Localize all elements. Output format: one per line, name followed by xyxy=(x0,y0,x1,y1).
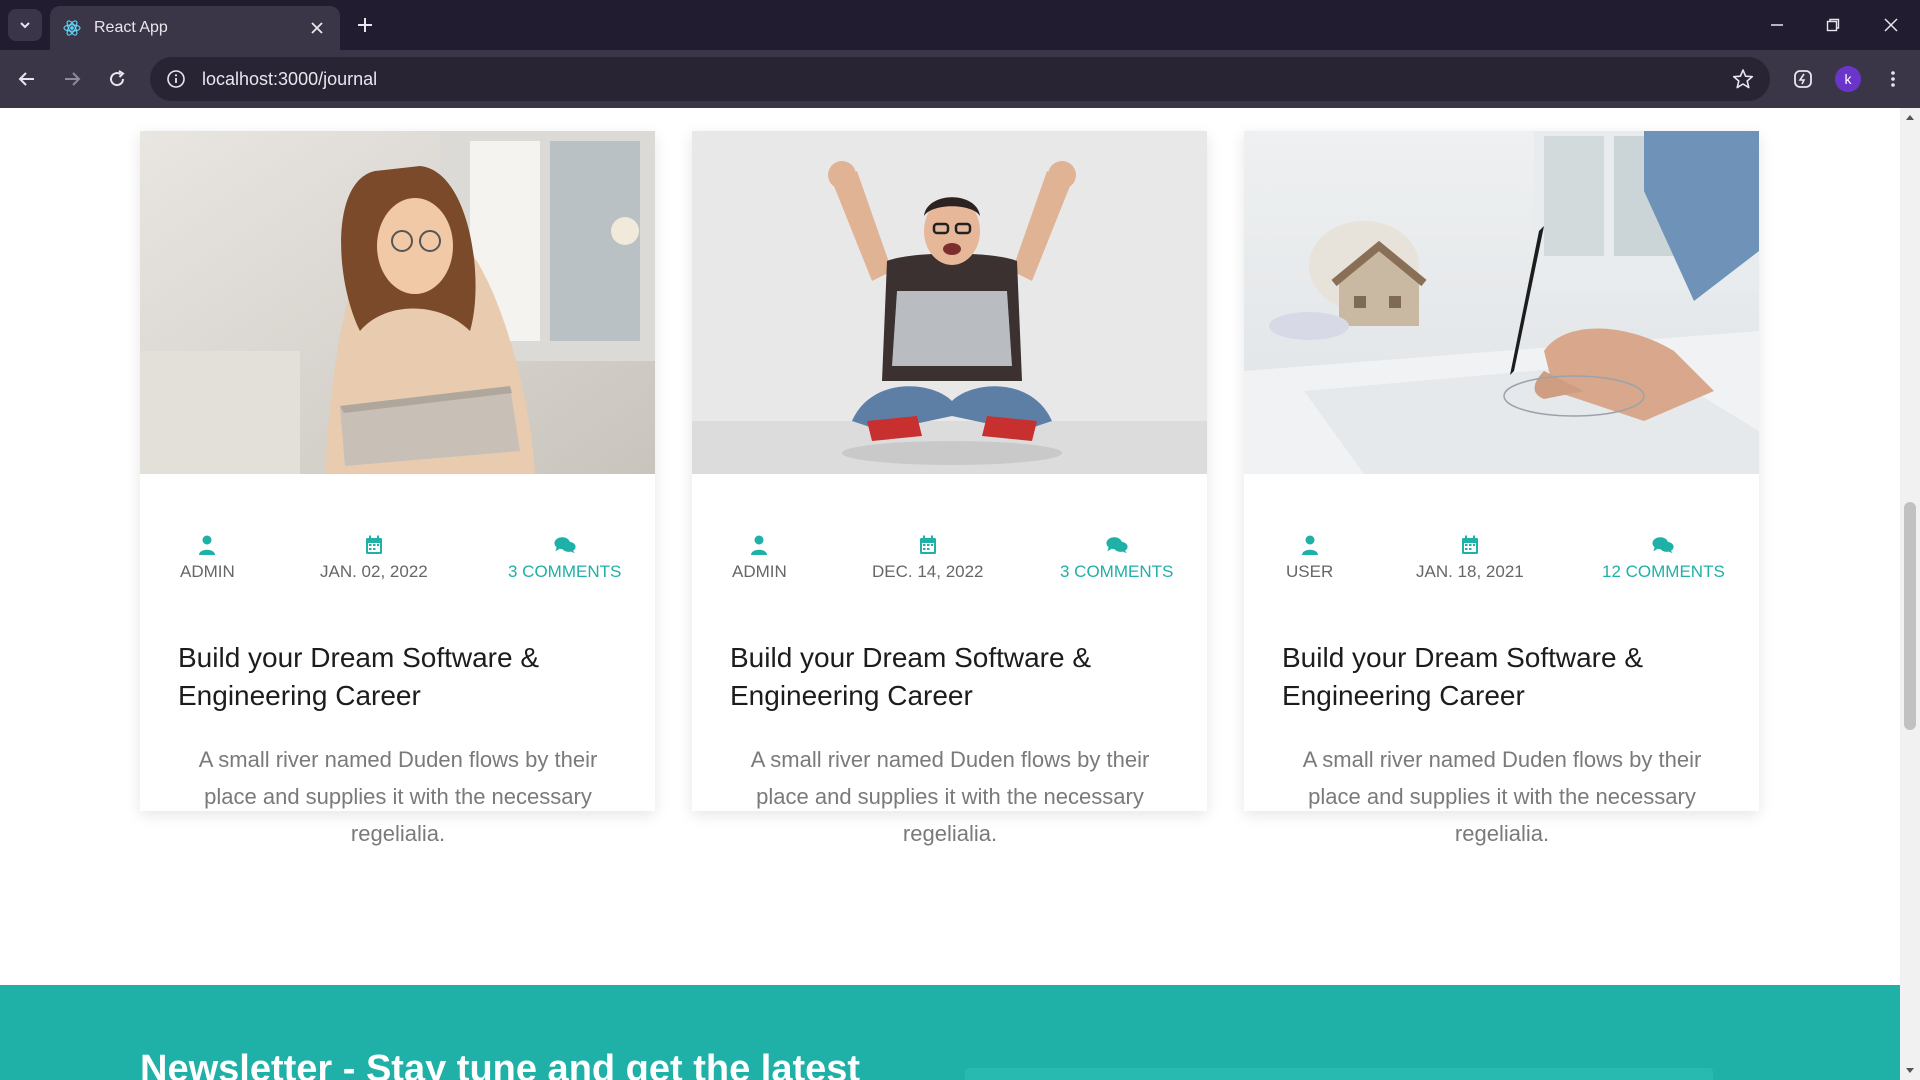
arrow-right-icon xyxy=(65,72,81,86)
post-title[interactable]: Build your Dream Software & Engineering … xyxy=(1282,639,1732,715)
post-description: A small river named Duden flows by their… xyxy=(750,747,1150,846)
post-date: JAN. 02, 2022 xyxy=(320,534,428,582)
tab-search-button[interactable] xyxy=(8,9,42,41)
blog-card-image[interactable] xyxy=(692,131,1207,474)
user-icon xyxy=(196,534,218,556)
post-meta: ADMIN DEC. 14, 2022 3 COMMENTS xyxy=(692,534,1207,594)
minimize-icon xyxy=(1771,24,1783,26)
more-vertical-icon xyxy=(1891,71,1895,87)
blog-card-grid: ADMIN JAN. 02, 2022 3 COMMENTS Build you… xyxy=(140,131,1760,846)
newsletter-section: Newsletter - Stay tune and get the lates… xyxy=(0,985,1900,1080)
scrollbar-thumb[interactable] xyxy=(1904,502,1916,730)
forward-button[interactable] xyxy=(57,64,87,94)
browser-tab-active[interactable]: React App xyxy=(50,6,340,50)
post-description: A small river named Duden flows by their… xyxy=(1302,747,1702,846)
tab-close-button[interactable] xyxy=(306,17,328,39)
new-tab-button[interactable] xyxy=(352,12,378,38)
blog-card[interactable]: USER JAN. 18, 2021 12 COMMENTS Build you… xyxy=(1244,131,1759,846)
arrow-left-icon xyxy=(18,72,34,86)
post-date: JAN. 18, 2021 xyxy=(1416,534,1524,582)
scroll-up-arrow-icon[interactable] xyxy=(1904,112,1916,122)
post-date-text: DEC. 14, 2022 xyxy=(872,562,984,581)
restore-button[interactable] xyxy=(1818,10,1848,40)
site-info-icon[interactable] xyxy=(164,67,188,91)
comments-icon xyxy=(1106,534,1128,556)
blog-card[interactable]: ADMIN DEC. 14, 2022 3 COMMENTS Build you… xyxy=(692,131,1207,846)
architect-drawing-plans-photo xyxy=(1244,131,1759,474)
profile-avatar[interactable]: k xyxy=(1835,66,1861,92)
post-meta: USER JAN. 18, 2021 12 COMMENTS xyxy=(1244,534,1759,594)
url-text[interactable]: localhost:3000/journal xyxy=(202,69,1728,90)
reload-button[interactable] xyxy=(102,64,132,94)
newsletter-form[interactable] xyxy=(965,1068,1713,1080)
calendar-icon xyxy=(363,534,385,556)
minimize-button[interactable] xyxy=(1762,10,1792,40)
post-comments[interactable]: 12 COMMENTS xyxy=(1602,534,1725,582)
post-date-text: JAN. 18, 2021 xyxy=(1416,562,1524,581)
newsletter-heading: Newsletter - Stay tune and get the lates… xyxy=(140,1048,861,1080)
post-date-text: JAN. 02, 2022 xyxy=(320,562,428,581)
comments-link[interactable]: 3 COMMENTS xyxy=(508,562,621,582)
excited-man-with-laptop-photo xyxy=(692,131,1207,474)
blog-card[interactable]: ADMIN JAN. 02, 2022 3 COMMENTS Build you… xyxy=(140,131,655,846)
comments-icon xyxy=(554,534,576,556)
post-meta: ADMIN JAN. 02, 2022 3 COMMENTS xyxy=(140,534,655,594)
scroll-down-arrow-icon[interactable] xyxy=(1904,1066,1916,1076)
author-name: ADMIN xyxy=(180,562,235,581)
post-author: ADMIN xyxy=(732,534,787,582)
post-description: A small river named Duden flows by their… xyxy=(198,747,598,846)
comments-icon xyxy=(1652,534,1674,556)
page-scrollbar[interactable] xyxy=(1900,108,1920,1080)
post-title[interactable]: Build your Dream Software & Engineering … xyxy=(730,639,1180,715)
post-title[interactable]: Build your Dream Software & Engineering … xyxy=(178,639,628,715)
comments-link[interactable]: 12 COMMENTS xyxy=(1602,562,1725,582)
react-logo-icon xyxy=(63,20,81,36)
comments-link[interactable]: 3 COMMENTS xyxy=(1060,562,1173,582)
user-icon xyxy=(1299,534,1321,556)
browser-menu-button[interactable] xyxy=(1878,64,1908,94)
post-comments[interactable]: 3 COMMENTS xyxy=(1060,534,1173,582)
back-button[interactable] xyxy=(12,64,42,94)
bookmark-button[interactable] xyxy=(1728,64,1758,94)
post-comments[interactable]: 3 COMMENTS xyxy=(508,534,621,582)
close-icon xyxy=(1884,18,1898,32)
tab-title: React App xyxy=(94,19,168,36)
extensions-button[interactable] xyxy=(1788,64,1818,94)
page-viewport: ADMIN JAN. 02, 2022 3 COMMENTS Build you… xyxy=(0,108,1920,1080)
blog-card-image[interactable] xyxy=(140,131,655,474)
close-window-button[interactable] xyxy=(1876,10,1906,40)
author-name: USER xyxy=(1286,562,1334,581)
address-bar[interactable]: localhost:3000/journal xyxy=(150,57,1770,101)
author-name: ADMIN xyxy=(732,562,787,581)
post-author: ADMIN xyxy=(180,534,235,582)
extension-icon xyxy=(1794,70,1812,88)
close-icon xyxy=(311,22,323,34)
woman-with-laptop-photo xyxy=(140,131,655,474)
user-icon xyxy=(748,534,770,556)
calendar-icon xyxy=(1459,534,1481,556)
browser-toolbar: localhost:3000/journal xyxy=(0,50,1920,108)
calendar-icon xyxy=(917,534,939,556)
post-date: DEC. 14, 2022 xyxy=(872,534,984,582)
chevron-down-icon xyxy=(20,22,30,29)
star-icon xyxy=(1732,69,1754,89)
restore-icon xyxy=(1826,18,1840,32)
post-author: USER xyxy=(1286,534,1333,582)
plus-icon xyxy=(358,18,372,32)
blog-card-image[interactable] xyxy=(1244,131,1759,474)
browser-titlebar: React App xyxy=(0,0,1920,50)
info-icon xyxy=(167,70,185,88)
reload-icon xyxy=(110,70,125,87)
